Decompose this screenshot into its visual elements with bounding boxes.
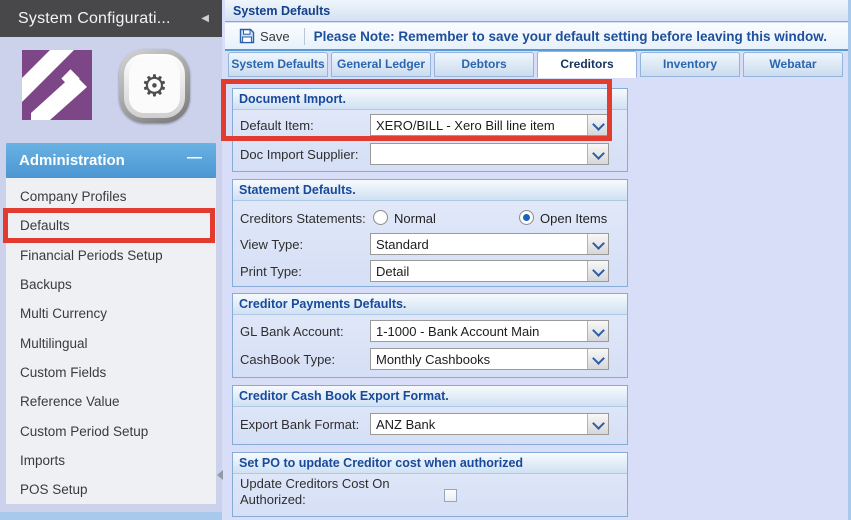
row-default-item: Default Item: XERO/BILL - Xero Bill line… [233, 112, 627, 138]
gl-bank-account-dropdown-button[interactable] [587, 321, 608, 341]
splitter-collapse-handle[interactable] [217, 470, 223, 480]
export-bank-format-value: ANZ Bank [376, 417, 436, 432]
sidebar-header: System Configurati... ◀ [0, 0, 222, 37]
row-gl-bank-account: GL Bank Account: 1-1000 - Bank Account M… [233, 318, 627, 344]
administration-label: Administration [19, 152, 125, 169]
export-bank-format-label: Export Bank Format: [240, 417, 360, 432]
export-bank-format-dropdown-button[interactable] [587, 414, 608, 434]
gl-bank-account-select[interactable]: 1-1000 - Bank Account Main [370, 320, 609, 342]
tab-webatar[interactable]: Webatar [743, 52, 843, 77]
sidebar-item-multilingual[interactable]: Multilingual [6, 328, 216, 357]
creditors-statements-label: Creditors Statements: [240, 211, 366, 226]
view-type-label: View Type: [240, 237, 304, 252]
sidebar-item-custom-period-setup[interactable]: Custom Period Setup [6, 416, 216, 445]
default-item-label: Default Item: [240, 118, 314, 133]
update-creditors-cost-checkbox[interactable] [444, 489, 457, 502]
view-type-select[interactable]: Standard [370, 233, 609, 255]
sidebar-item-pos-setup[interactable]: POS Setup [6, 475, 216, 504]
gl-bank-account-value: 1-1000 - Bank Account Main [376, 324, 540, 339]
tab-general-ledger[interactable]: General Ledger [331, 52, 431, 77]
section-statement-defaults-header: Statement Defaults. [233, 180, 627, 201]
update-creditors-cost-label: Update Creditors Cost On Authorized: [240, 476, 390, 507]
toolbar-separator [303, 27, 305, 45]
section-po-update-header: Set PO to update Creditor cost when auth… [233, 453, 627, 474]
save-button-label: Save [260, 28, 290, 44]
section-po-update-creditor-cost: Set PO to update Creditor cost when auth… [232, 452, 628, 517]
print-type-select[interactable]: Detail [370, 260, 609, 282]
gl-bank-account-label: GL Bank Account: [240, 324, 344, 339]
row-creditors-statements: Creditors Statements: Normal Open Items [233, 205, 627, 231]
doc-import-supplier-label: Doc Import Supplier: [240, 147, 359, 162]
chevron-down-icon [592, 118, 605, 131]
tab-debtors[interactable]: Debtors [434, 52, 534, 77]
chevron-down-icon [592, 324, 605, 337]
section-creditor-payments-defaults: Creditor Payments Defaults. GL Bank Acco… [232, 293, 628, 378]
page-title: System Defaults [233, 3, 331, 18]
save-button[interactable]: Save [234, 26, 295, 46]
cashbook-type-label: CashBook Type: [240, 352, 336, 367]
cashbook-type-value: Monthly Cashbooks [376, 352, 491, 367]
sidebar-bottom-bar [0, 512, 222, 520]
section-cashbook-export-format: Creditor Cash Book Export Format. Export… [232, 385, 628, 445]
row-doc-import-supplier: Doc Import Supplier: [233, 141, 627, 167]
chevron-down-icon [592, 147, 605, 160]
export-bank-format-select[interactable]: ANZ Bank [370, 413, 609, 435]
sidebar-collapse-icon[interactable]: ◀ [201, 13, 209, 24]
sidebar-item-backups[interactable]: Backups [6, 270, 216, 299]
tab-creditors[interactable]: Creditors [537, 51, 637, 78]
system-configuration-window: System Configurati... ◀ ⚙ Administration… [0, 0, 851, 520]
print-type-dropdown-button[interactable] [587, 261, 608, 281]
print-type-label: Print Type: [240, 264, 302, 279]
print-type-value: Detail [376, 264, 410, 279]
row-print-type: Print Type: Detail [233, 258, 627, 284]
sidebar: System Configurati... ◀ ⚙ Administration… [0, 0, 222, 520]
default-item-dropdown-button[interactable] [587, 115, 608, 135]
gear-icon: ⚙ [129, 59, 180, 113]
sidebar-item-financial-periods-setup[interactable]: Financial Periods Setup [6, 241, 216, 270]
sidebar-item-defaults[interactable]: Defaults [6, 211, 216, 240]
row-cashbook-type: CashBook Type: Monthly Cashbooks [233, 346, 627, 372]
toolbar: Save Please Note: Remember to save your … [225, 23, 851, 51]
view-type-value: Standard [376, 237, 429, 252]
sidebar-menu: Company Profiles Defaults Financial Peri… [6, 178, 216, 504]
section-statement-defaults: Statement Defaults. Creditors Statements… [232, 179, 628, 287]
chevron-down-icon [592, 352, 605, 365]
sidebar-item-imports[interactable]: Imports [6, 446, 216, 475]
view-type-dropdown-button[interactable] [587, 234, 608, 254]
section-cashbook-export-header: Creditor Cash Book Export Format. [233, 386, 627, 407]
section-creditor-payments-header: Creditor Payments Defaults. [233, 294, 627, 315]
sidebar-item-reference-value[interactable]: Reference Value [6, 387, 216, 416]
cashbook-type-dropdown-button[interactable] [587, 349, 608, 369]
radio-normal[interactable] [373, 210, 388, 225]
panel-title-bar: System Defaults [225, 0, 851, 22]
doc-import-supplier-dropdown-button[interactable] [587, 144, 608, 164]
row-view-type: View Type: Standard [233, 231, 627, 257]
radio-open-items-label: Open Items [540, 211, 608, 226]
row-export-bank-format: Export Bank Format: ANZ Bank [233, 411, 627, 437]
sidebar-item-company-profiles[interactable]: Company Profiles [6, 182, 216, 211]
default-item-select[interactable]: XERO/BILL - Xero Bill line item [370, 114, 609, 136]
chevron-down-icon [592, 237, 605, 250]
sidebar-title: System Configurati... [18, 9, 171, 27]
app-logo [22, 50, 92, 120]
sidebar-section-administration[interactable]: Administration — [6, 143, 216, 178]
settings-gear-badge[interactable]: ⚙ [119, 49, 190, 123]
section-document-import: Document Import. Default Item: XERO/BILL… [232, 88, 628, 172]
toolbar-note: Please Note: Remember to save your defau… [313, 28, 828, 44]
default-item-value: XERO/BILL - Xero Bill line item [376, 118, 555, 133]
radio-normal-label: Normal [394, 211, 436, 226]
cashbook-type-select[interactable]: Monthly Cashbooks [370, 348, 609, 370]
doc-import-supplier-select[interactable] [370, 143, 609, 165]
chevron-down-icon [592, 417, 605, 430]
tab-system-defaults[interactable]: System Defaults [228, 52, 328, 77]
section-document-import-header: Document Import. [233, 89, 627, 110]
tab-inventory[interactable]: Inventory [640, 52, 740, 77]
save-floppy-icon [239, 28, 255, 44]
radio-open-items[interactable] [519, 210, 534, 225]
collapse-minus-icon[interactable]: — [187, 149, 202, 166]
sidebar-item-multi-currency[interactable]: Multi Currency [6, 299, 216, 328]
sidebar-item-custom-fields[interactable]: Custom Fields [6, 358, 216, 387]
chevron-down-icon [592, 264, 605, 277]
